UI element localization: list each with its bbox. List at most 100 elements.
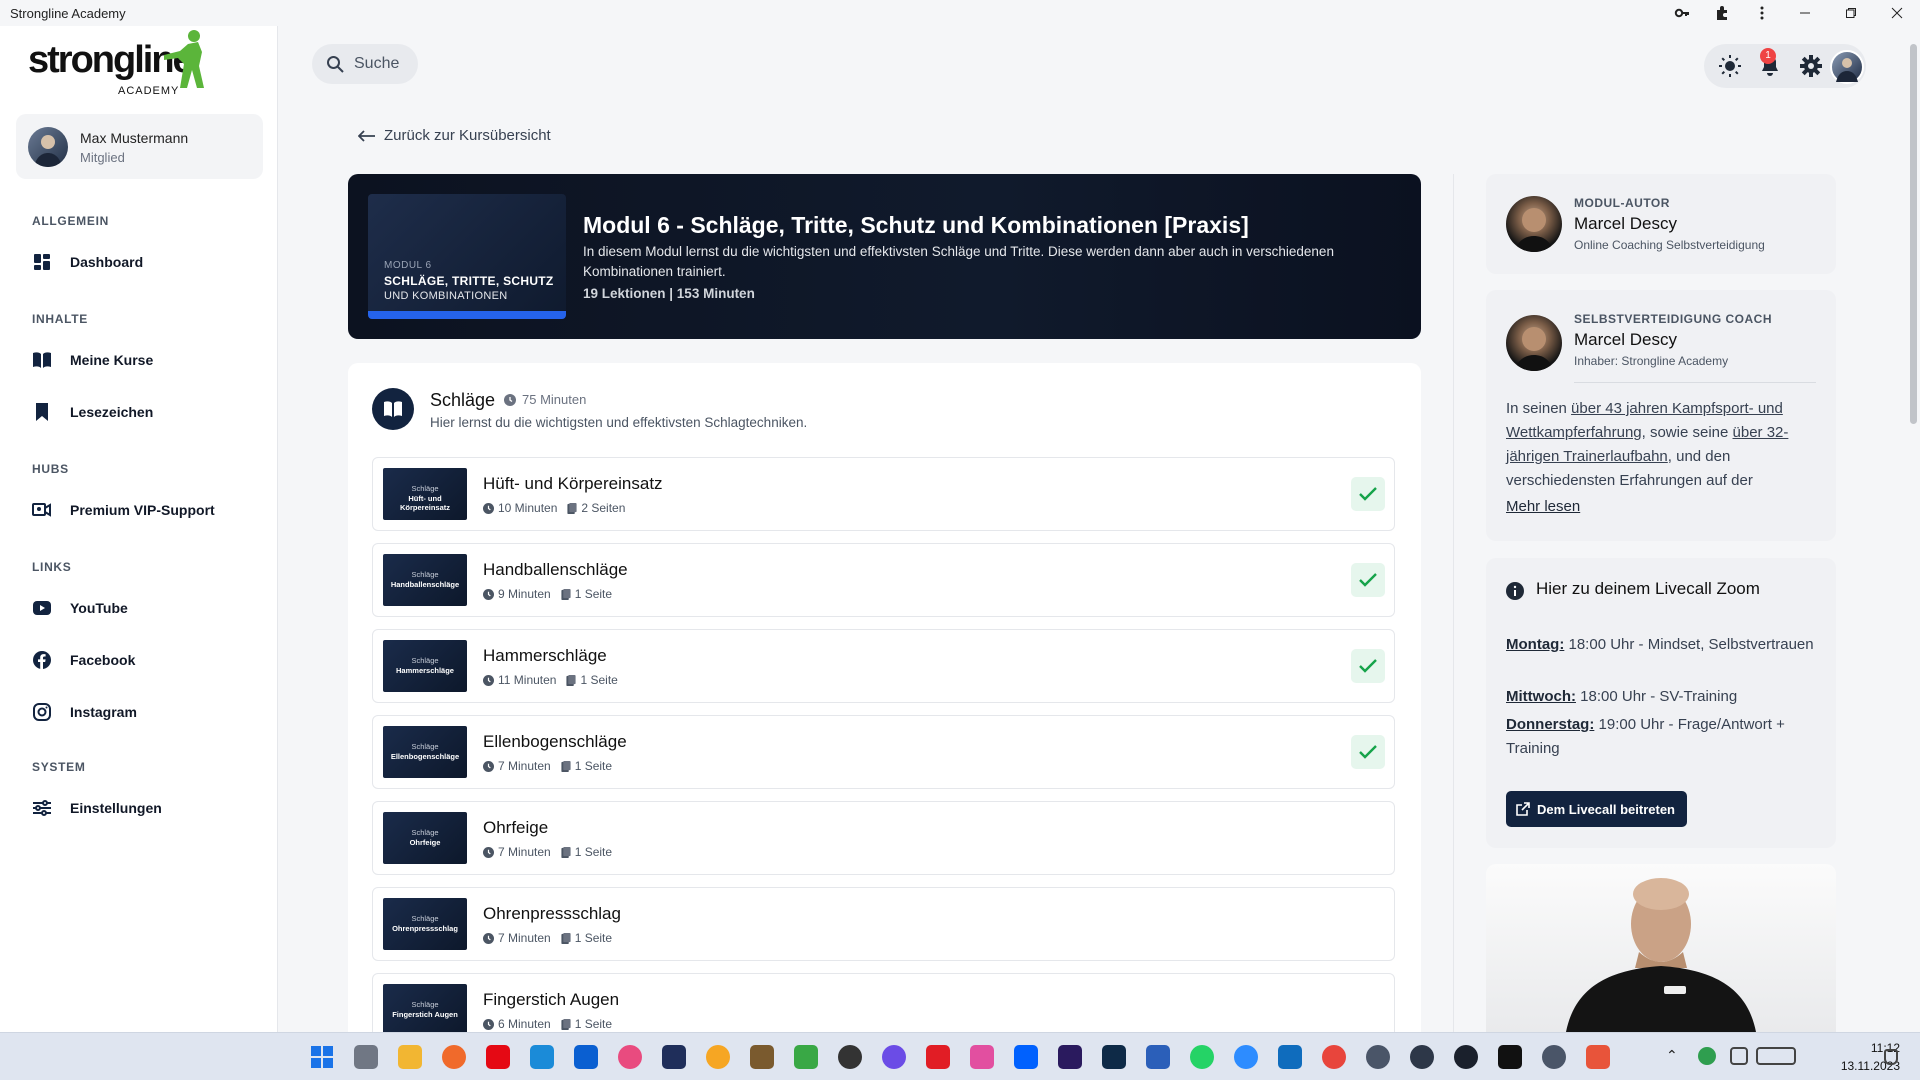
windows-start-icon[interactable] xyxy=(310,1045,334,1069)
tray-app-icon[interactable] xyxy=(1698,1047,1716,1065)
arrow-left-icon xyxy=(358,129,376,142)
sidebar-item-settings[interactable]: Einstellungen xyxy=(32,793,262,823)
lesson-thumbnail: Schläge Ohrfeige xyxy=(383,812,467,864)
scrollbar-thumb[interactable] xyxy=(1910,44,1917,424)
tray-chevron-up-icon[interactable]: ⌃ xyxy=(1666,1047,1678,1064)
sidebar-item-bookmarks[interactable]: Lesezeichen xyxy=(32,397,262,427)
app-icon[interactable] xyxy=(838,1045,862,1069)
camtasia-icon[interactable] xyxy=(794,1045,818,1069)
lesson-duration: 11 Minuten xyxy=(498,673,557,687)
app-icon[interactable] xyxy=(662,1045,686,1069)
zoom-icon[interactable] xyxy=(1234,1045,1258,1069)
whatsapp-icon[interactable] xyxy=(1190,1045,1214,1069)
app-icon[interactable] xyxy=(1498,1045,1522,1069)
sidebar-item-label: Instagram xyxy=(70,704,137,720)
livecall-title: Hier zu deinem Livecall Zoom xyxy=(1536,579,1760,598)
lesson-meta: 7 Minuten 1 Seite xyxy=(483,845,622,859)
dropbox-icon[interactable] xyxy=(1014,1045,1038,1069)
author-avatar[interactable] xyxy=(1506,196,1562,252)
lesson-item[interactable]: Schläge Hammerschläge Hammerschläge 11 Minu… xyxy=(372,629,1395,703)
lesson-item[interactable]: Schläge Hüft- und Körpereinsatz Hüft- und … xyxy=(372,457,1395,531)
lesson-thumb-category: Schläge xyxy=(411,484,439,493)
file-explorer-icon[interactable] xyxy=(398,1045,422,1069)
pages-icon xyxy=(561,760,575,772)
user-profile-card[interactable]: Max Mustermann Mitglied xyxy=(16,114,263,179)
section-description: Hier lernst du die wichtigsten und effek… xyxy=(430,415,808,430)
more-menu-icon[interactable] xyxy=(1742,0,1782,26)
app-icon[interactable] xyxy=(1586,1045,1610,1069)
avatar[interactable] xyxy=(1830,50,1864,84)
join-livecall-button[interactable]: Dem Livecall beitreten xyxy=(1506,791,1687,827)
lesson-pages: 2 Seiten xyxy=(581,501,626,515)
chrome-icon[interactable] xyxy=(1322,1045,1346,1069)
lesson-meta: 6 Minuten 1 Seite xyxy=(483,1017,622,1031)
pages-icon xyxy=(561,932,575,944)
completed-check-icon[interactable] xyxy=(1351,735,1385,769)
livecall-card: Hier zu deinem Livecall Zoom Montag: 18:… xyxy=(1486,558,1836,848)
restore-button[interactable] xyxy=(1828,0,1874,26)
app-icon[interactable] xyxy=(706,1045,730,1069)
lesson-thumb-category: Schläge xyxy=(411,828,439,837)
sidebar-item-youtube[interactable]: YouTube xyxy=(32,593,262,623)
app-icon[interactable] xyxy=(1542,1045,1566,1069)
lesson-item[interactable]: Schläge Fingerstich Augen Fingerstich Auge… xyxy=(372,973,1395,1032)
app-icon[interactable] xyxy=(1410,1045,1434,1069)
lesson-item[interactable]: Schläge Ellenbogenschläge Ellenbogenschläg… xyxy=(372,715,1395,789)
pages-icon xyxy=(566,674,580,686)
app-icon[interactable] xyxy=(1454,1045,1478,1069)
coach-avatar[interactable] xyxy=(1506,315,1562,371)
search-button[interactable]: Suche xyxy=(312,44,418,84)
bio-text: In seinen xyxy=(1506,400,1572,417)
app-icon[interactable] xyxy=(750,1045,774,1069)
sliders-icon xyxy=(32,798,52,818)
author-subtitle: Online Coaching Selbstverteidigung xyxy=(1574,238,1765,252)
user-role: Mitglied xyxy=(80,150,125,165)
lesson-pages: 1 Seite xyxy=(574,931,613,945)
completed-check-icon[interactable] xyxy=(1351,563,1385,597)
app-icon[interactable] xyxy=(882,1045,906,1069)
completed-check-icon[interactable] xyxy=(1351,649,1385,683)
theme-toggle-sun-icon[interactable] xyxy=(1718,54,1742,78)
read-more-link[interactable]: Mehr lesen xyxy=(1506,498,1580,515)
lesson-thumb-category: Schläge xyxy=(411,1000,439,1009)
notification-bell-icon[interactable] xyxy=(1884,1049,1898,1065)
gear-icon[interactable] xyxy=(1799,54,1823,78)
sidebar-item-support[interactable]: Premium VIP-Support xyxy=(32,495,262,525)
microphone-icon[interactable] xyxy=(1730,1047,1748,1065)
minimize-button[interactable] xyxy=(1782,0,1828,26)
app-icon[interactable] xyxy=(442,1045,466,1069)
photoshop-icon[interactable] xyxy=(1102,1045,1126,1069)
lesson-meta: 9 Minuten 1 Seite xyxy=(483,587,622,601)
music-icon[interactable] xyxy=(618,1045,642,1069)
lesson-thumb-title: Hüft- und Körpereinsatz xyxy=(399,494,450,512)
prime-video-icon[interactable] xyxy=(530,1045,554,1069)
sidebar-item-courses[interactable]: Meine Kurse xyxy=(32,345,262,375)
key-icon[interactable] xyxy=(1662,0,1702,26)
coach-label: SELBSTVERTEIDIGUNG COACH xyxy=(1574,312,1773,326)
bookmark-icon xyxy=(32,402,52,422)
back-to-course-overview-link[interactable]: Zurück zur Kursübersicht xyxy=(358,127,551,144)
lesson-item[interactable]: Schläge Handballenschläge Handballenschläg… xyxy=(372,543,1395,617)
premiere-icon[interactable] xyxy=(1058,1045,1082,1069)
task-view-icon[interactable] xyxy=(354,1045,378,1069)
sidebar-item-instagram[interactable]: Instagram xyxy=(32,697,262,727)
sidebar-item-dashboard[interactable]: Dashboard xyxy=(32,247,262,277)
lesson-item[interactable]: Schläge Ohrenpressschlag Ohrenpressschlag 7… xyxy=(372,887,1395,961)
app-icon[interactable] xyxy=(970,1045,994,1069)
nav-section-allgemein: ALLGEMEIN xyxy=(32,214,109,228)
sidebar-item-facebook[interactable]: Facebook xyxy=(32,645,262,675)
close-button[interactable] xyxy=(1874,0,1920,26)
sky-icon[interactable] xyxy=(574,1045,598,1069)
extensions-icon[interactable] xyxy=(1702,0,1742,26)
app-icon[interactable] xyxy=(1366,1045,1390,1069)
network-volume-icon[interactable] xyxy=(1756,1047,1796,1065)
strongline-academy-logo[interactable]: strongline ACADEMY xyxy=(26,26,206,98)
acrobat-icon[interactable] xyxy=(926,1045,950,1069)
outlook-icon[interactable] xyxy=(1278,1045,1302,1069)
lesson-thumbnail: Schläge Hüft- und Körpereinsatz xyxy=(383,468,467,520)
page-scrollbar[interactable] xyxy=(1906,26,1920,1032)
word-icon[interactable] xyxy=(1146,1045,1170,1069)
netflix-icon[interactable] xyxy=(486,1045,510,1069)
lesson-item[interactable]: Schläge Ohrfeige Ohrfeige 7 Minuten 1 Seite xyxy=(372,801,1395,875)
completed-check-icon[interactable] xyxy=(1351,477,1385,511)
